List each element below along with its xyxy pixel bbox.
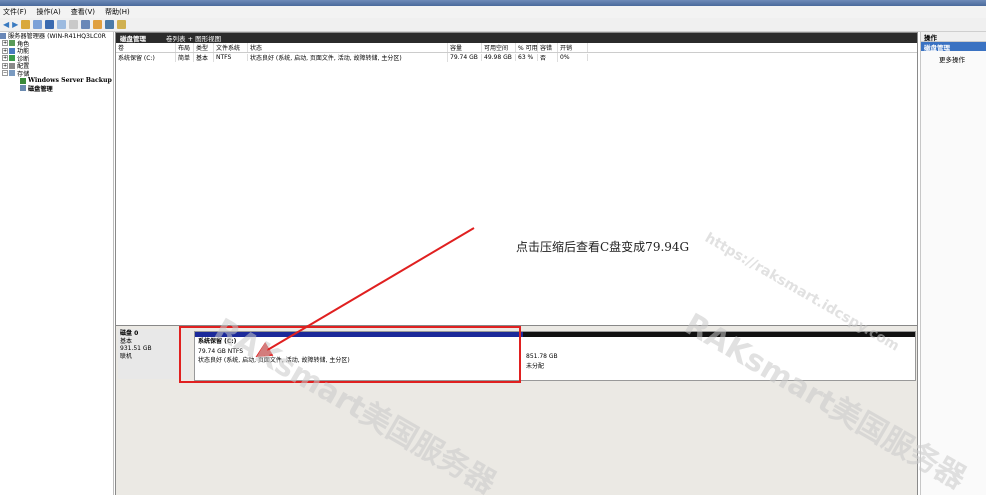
backup-icon bbox=[20, 77, 26, 84]
disk-status: 联机 bbox=[120, 352, 133, 360]
cell-type: 基本 bbox=[194, 52, 214, 62]
features-icon bbox=[9, 47, 15, 54]
more-actions[interactable]: 更多操作 bbox=[921, 54, 986, 64]
col-volume[interactable]: 卷 bbox=[116, 43, 176, 52]
refresh-icon[interactable] bbox=[81, 20, 91, 29]
cell-status: 状态良好 (系统, 启动, 页面文件, 活动, 故障转储, 主分区) bbox=[248, 52, 448, 62]
actions-selected[interactable]: 磁盘管理 bbox=[921, 42, 986, 52]
actions-pane: 操作 磁盘管理 更多操作 bbox=[920, 32, 986, 495]
up-folder-icon[interactable] bbox=[21, 20, 31, 29]
volume-table-header: 卷 布局 类型 文件系统 状态 容量 可用空间 % 可用 容错 开销 bbox=[116, 43, 917, 53]
navigation-tree: 服务器管理器 (WIN-R41HQ3LC0R + 角色 + 功能 + 诊断 + … bbox=[0, 32, 114, 495]
diagnostics-icon bbox=[9, 55, 15, 62]
cell-free-space: 49.98 GB bbox=[482, 53, 516, 61]
expand-icon[interactable]: + bbox=[2, 55, 8, 62]
toolbar: ◀ ▶ bbox=[0, 18, 986, 32]
expand-icon[interactable]: + bbox=[2, 40, 8, 47]
disk-size: 931.51 GB bbox=[120, 345, 152, 352]
partition-unallocated[interactable]: 851.78 GB 未分配 bbox=[523, 332, 915, 380]
menu-bar: 文件(F) 操作(A) 查看(V) 帮助(H) bbox=[0, 6, 986, 18]
cell-capacity: 79.74 GB bbox=[448, 53, 482, 61]
forward-icon[interactable]: ▶ bbox=[12, 20, 18, 29]
config-icon bbox=[9, 62, 15, 69]
col-type[interactable]: 类型 bbox=[194, 43, 214, 52]
annotation-text: 点击压缩后查看C盘变成79.94G bbox=[516, 240, 690, 254]
disk-icon[interactable] bbox=[105, 20, 115, 29]
panel-title: 磁盘管理 bbox=[120, 35, 146, 43]
settings-icon[interactable] bbox=[117, 20, 127, 29]
menu-view[interactable]: 查看(V) bbox=[71, 7, 95, 17]
menu-help[interactable]: 帮助(H) bbox=[105, 7, 130, 17]
table-row[interactable]: 系统保留 (C:) 简单 基本 NTFS 状态良好 (系统, 启动, 页面文件,… bbox=[116, 52, 917, 62]
panel-header: 磁盘管理 卷列表 + 图形视图 bbox=[116, 33, 917, 43]
disk-management-panel: 磁盘管理 卷列表 + 图形视图 卷 布局 类型 文件系统 状态 容量 可用空间 … bbox=[115, 32, 918, 495]
expand-icon[interactable]: + bbox=[2, 62, 8, 69]
col-fault-tolerance[interactable]: 容错 bbox=[538, 43, 558, 52]
col-percent-free[interactable]: % 可用 bbox=[516, 43, 538, 52]
col-capacity[interactable]: 容量 bbox=[448, 43, 482, 52]
export-icon[interactable] bbox=[93, 20, 103, 29]
unallocated-status: 未分配 bbox=[526, 362, 545, 370]
expand-icon[interactable]: + bbox=[2, 47, 8, 54]
actions-header: 操作 bbox=[921, 32, 986, 42]
cell-volume: 系统保留 (C:) bbox=[116, 52, 176, 62]
col-free-space[interactable]: 可用空间 bbox=[482, 43, 516, 52]
menu-action[interactable]: 操作(A) bbox=[37, 7, 61, 17]
tree-item-storage[interactable]: − 存储 bbox=[0, 70, 113, 78]
cell-percent-free: 63 % bbox=[516, 53, 538, 61]
graphical-view: 磁盘 0 基本 931.51 GB 联机 系统保留 (C:) 79.74 GB … bbox=[116, 325, 917, 495]
show-tree-icon[interactable] bbox=[33, 20, 43, 29]
storage-icon bbox=[9, 70, 15, 77]
col-layout[interactable]: 布局 bbox=[176, 43, 194, 52]
cell-fault-tolerance: 否 bbox=[538, 52, 558, 62]
view-mode: 卷列表 + 图形视图 bbox=[166, 35, 222, 43]
collapse-icon[interactable]: − bbox=[2, 70, 8, 77]
unallocated-size: 851.78 GB bbox=[526, 353, 558, 360]
col-status[interactable]: 状态 bbox=[248, 43, 448, 52]
disk-management-icon bbox=[20, 85, 26, 92]
menu-file[interactable]: 文件(F) bbox=[3, 7, 27, 17]
highlight-box bbox=[179, 326, 521, 383]
server-icon bbox=[0, 32, 6, 39]
cell-filesystem: NTFS bbox=[214, 53, 248, 61]
col-filesystem[interactable]: 文件系统 bbox=[214, 43, 248, 52]
cell-layout: 简单 bbox=[176, 52, 194, 62]
properties-icon[interactable] bbox=[69, 20, 79, 29]
tree-item-diskmgmt[interactable]: 磁盘管理 bbox=[0, 85, 113, 93]
col-overhead[interactable]: 开销 bbox=[558, 43, 588, 52]
help-icon[interactable] bbox=[45, 20, 55, 29]
console-icon[interactable] bbox=[57, 20, 67, 29]
disk-name: 磁盘 0 bbox=[120, 330, 139, 337]
roles-icon bbox=[9, 40, 15, 47]
back-icon[interactable]: ◀ bbox=[3, 20, 9, 29]
unallocated-bar bbox=[523, 332, 915, 337]
disk-type: 基本 bbox=[120, 337, 133, 345]
tree-item-backup[interactable]: Windows Server Backup bbox=[0, 77, 113, 85]
cell-overhead: 0% bbox=[558, 53, 588, 61]
